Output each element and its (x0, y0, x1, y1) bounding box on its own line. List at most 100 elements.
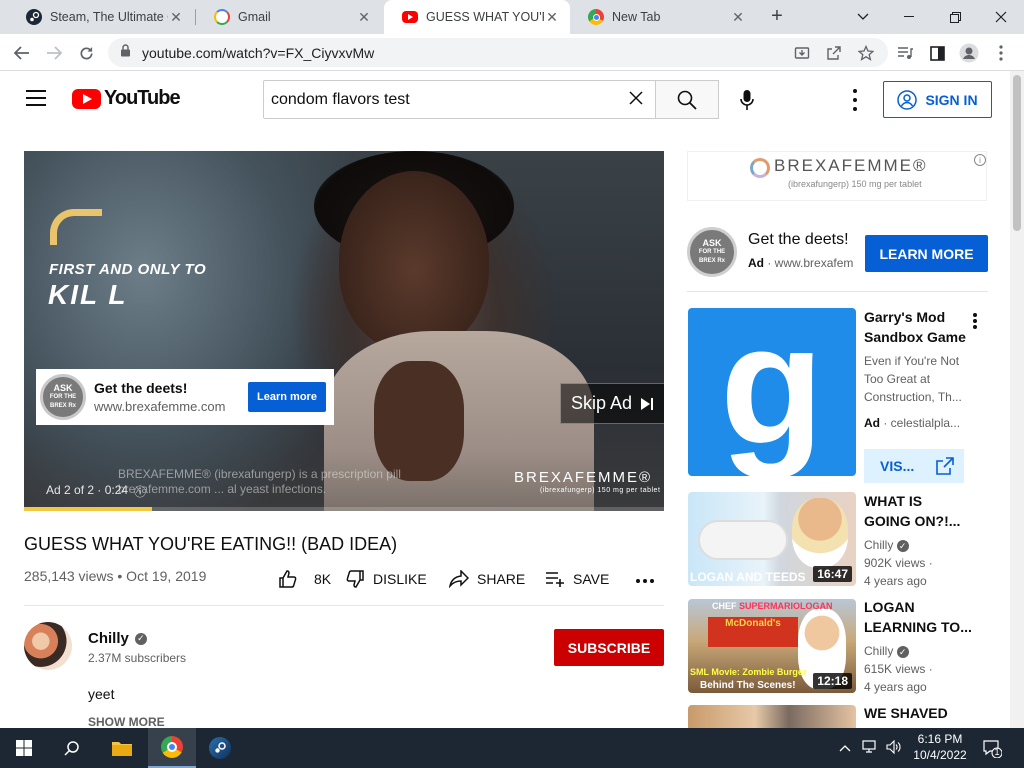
tab-youtube[interactable]: GUESS WHAT YOU'RE EATING!! (BAD IDEA) ✕ (384, 0, 570, 34)
divider (24, 605, 664, 606)
start-button[interactable] (0, 728, 48, 768)
sign-in-button[interactable]: SIGN IN (883, 81, 992, 118)
external-link-icon (936, 457, 955, 475)
tab-title: GUESS WHAT YOU'RE EATING!! (BAD IDEA) (426, 10, 544, 24)
companion-ad[interactable]: ASK FOR THE BREX Rx Get the deets! Ad · … (687, 227, 988, 277)
volume-icon[interactable] (886, 739, 902, 757)
channel-avatar[interactable] (24, 622, 72, 670)
skip-next-icon (641, 397, 654, 410)
show-more-button[interactable]: SHOW MORE (88, 715, 165, 728)
channel-name[interactable]: Chilly ✓ (88, 630, 147, 647)
system-clock[interactable]: 6:16 PM 10/4/2022 (912, 731, 968, 763)
view-count-and-date: 285,143 views • Oct 19, 2019 (24, 568, 207, 584)
info-icon[interactable]: ⓘ (134, 483, 146, 500)
tab-steam[interactable]: Steam, The Ultimate Online Game Platform… (8, 0, 194, 34)
chrome-menu-icon[interactable] (990, 42, 1012, 64)
share-button[interactable]: SHARE (449, 569, 525, 589)
microphone-icon (740, 90, 754, 110)
recommendation-meta: Chilly ✓ 615K views · 4 years ago (864, 644, 933, 694)
back-button[interactable] (8, 39, 36, 67)
show-hidden-icons[interactable] (839, 740, 851, 755)
chrome-taskbar-button[interactable] (148, 728, 196, 768)
clear-search-icon[interactable] (617, 88, 655, 111)
promoted-menu-icon[interactable] (972, 313, 978, 329)
subscribe-button[interactable]: SUBSCRIBE (554, 629, 664, 666)
ad-info-icon[interactable]: i (974, 154, 986, 166)
ask-brex-logo: ASK FOR THE BREX Rx (40, 374, 86, 420)
tab-title: Gmail (238, 10, 271, 24)
media-control-icon[interactable] (894, 42, 916, 64)
garrys-mod-logo: g (720, 308, 824, 476)
close-icon[interactable]: ✕ (168, 9, 184, 26)
forward-button[interactable] (40, 39, 68, 67)
verified-icon: ✓ (896, 540, 909, 552)
file-explorer-button[interactable] (98, 728, 146, 768)
profile-icon[interactable] (958, 42, 980, 64)
tab-search-icon[interactable] (840, 0, 886, 34)
reload-button[interactable] (72, 39, 100, 67)
banner-brand: BREXAFEMME® (774, 156, 928, 175)
google-icon (214, 9, 230, 25)
recommendation-title[interactable]: WHAT IS GOING ON?!... (864, 491, 960, 531)
steam-taskbar-button[interactable] (196, 728, 244, 768)
voice-search-button[interactable] (730, 83, 764, 117)
side-panel-icon[interactable] (926, 42, 948, 64)
ad-overlay-headline: FIRST AND ONLY TO (49, 261, 207, 278)
dislike-button[interactable]: DISLIKE (345, 569, 427, 589)
new-tab-button[interactable]: + (766, 6, 788, 28)
companion-ad-title: Get the deets! (748, 231, 849, 248)
video-player[interactable]: FIRST AND ONLY TO KIL L ASK FOR THE BREX… (24, 151, 664, 511)
notification-center-icon[interactable]: 1 (982, 738, 1003, 759)
menu-icon[interactable] (26, 90, 46, 106)
youtube-logo[interactable]: YouTube (72, 87, 181, 110)
ad-progress-fill (24, 507, 152, 511)
search-button[interactable] (655, 80, 719, 119)
save-button[interactable]: SAVE (545, 569, 609, 589)
video-frame-arm (374, 361, 464, 481)
like-button[interactable]: 8K (278, 569, 331, 589)
network-icon[interactable] (862, 740, 878, 757)
ad-info: Ad 2 of 2 · 0:24 ⓘ (46, 483, 146, 500)
close-icon[interactable]: ✕ (544, 9, 560, 26)
tab-new-tab[interactable]: New Tab ✕ (570, 0, 756, 34)
lock-icon[interactable] (120, 43, 134, 62)
close-icon[interactable]: ✕ (730, 9, 746, 26)
url-text: youtube.com/watch?v=FX_CiyvxvMw (142, 44, 375, 61)
chrome-icon (588, 9, 604, 25)
video-thumbnail[interactable]: LOGAN AND TEEDS 16:47 (688, 492, 856, 586)
share-icon[interactable] (824, 43, 844, 63)
recommendation-title[interactable]: WE SHAVED (864, 703, 948, 723)
close-icon[interactable]: ✕ (356, 9, 372, 26)
minimize-button[interactable] (886, 0, 932, 34)
banner-ad[interactable]: BREXAFEMME® (ibrexafungerp) 150 mg per t… (687, 151, 987, 201)
recommendation-title[interactable]: LOGAN LEARNING TO... (864, 597, 972, 637)
taskbar-search-button[interactable] (48, 728, 96, 768)
ad-progress-bar[interactable] (24, 507, 664, 511)
video-frame-face (339, 171, 489, 351)
bookmark-star-icon[interactable] (856, 43, 876, 63)
clock-date: 10/4/2022 (913, 748, 967, 762)
close-window-button[interactable] (978, 0, 1024, 34)
ad-learn-more-button[interactable]: Learn more (248, 382, 326, 412)
video-duration: 12:18 (813, 673, 852, 689)
learn-more-button[interactable]: LEARN MORE (865, 235, 988, 272)
thumbs-down-icon (346, 570, 364, 588)
tab-title: Steam, The Ultimate Online Game Platform (50, 10, 168, 24)
restore-button[interactable] (932, 0, 978, 34)
video-thumbnail[interactable] (688, 705, 856, 728)
skip-ad-button[interactable]: Skip Ad (560, 383, 664, 424)
address-bar[interactable]: youtube.com/watch?v=FX_CiyvxvMw (108, 38, 888, 67)
video-thumbnail[interactable]: CHEF SUPERMARIOLOGAN McDonald's SML Movi… (688, 599, 856, 693)
tab-gmail[interactable]: Gmail ✕ (196, 0, 382, 34)
install-icon[interactable] (792, 43, 812, 63)
promoted-thumbnail[interactable]: g (688, 308, 856, 476)
visit-site-button[interactable]: VIS... (864, 449, 964, 483)
settings-menu-icon[interactable] (848, 89, 862, 111)
ad-card[interactable]: ASK FOR THE BREX Rx Get the deets! www.b… (36, 369, 334, 425)
thumbnail-face (792, 498, 848, 568)
scrollbar-thumb[interactable] (1013, 75, 1021, 231)
more-actions-icon[interactable] (636, 579, 654, 583)
promoted-title[interactable]: Garry's Mod Sandbox Game (864, 307, 966, 347)
search-input[interactable]: condom flavors test (263, 80, 656, 119)
page-scrollbar[interactable] (1010, 71, 1024, 728)
